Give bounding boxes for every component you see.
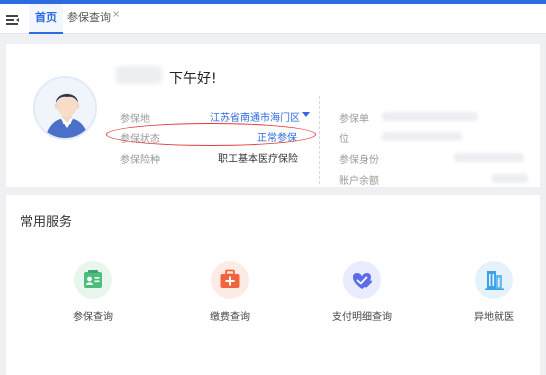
service-insurance-query[interactable]: 参保查询 <box>48 261 138 323</box>
service-payment-query[interactable]: 缴费查询 <box>185 261 275 323</box>
username-redacted <box>116 66 162 84</box>
user-avatar-icon <box>45 93 89 138</box>
insured-unit-label: 参保单 <box>339 114 369 125</box>
chevron-down-icon[interactable] <box>302 112 310 117</box>
column-divider <box>319 96 320 184</box>
position-label: 位 <box>339 134 349 145</box>
service-label: 支付明细查询 <box>332 312 392 323</box>
greeting-text: 下午好! <box>169 71 217 87</box>
services-card: 常用服务 参保查询 缴费查询 支付明细查询 异地就医 <box>6 195 540 375</box>
insurance-type-value: 职工基本医疗保险 <box>218 154 298 165</box>
position-redacted <box>382 132 462 141</box>
avatar <box>33 76 97 140</box>
service-label: 参保查询 <box>73 312 113 323</box>
medical-kit-icon <box>211 261 249 299</box>
tab-close-icon[interactable]: × <box>112 9 120 20</box>
highlight-oval <box>106 123 316 146</box>
profile-card: 下午好! 参保地 江苏省南通市海门区 参保状态 正常参保 参保险种 职工基本医疗… <box>6 44 540 187</box>
account-balance-label: 账户余额 <box>339 176 379 187</box>
service-label: 缴费查询 <box>210 312 250 323</box>
menu-collapse-icon[interactable] <box>6 14 19 26</box>
heart-check-icon <box>343 261 381 299</box>
insured-place-label: 参保地 <box>120 114 150 125</box>
insured-unit-redacted <box>382 112 478 121</box>
service-label: 异地就医 <box>474 312 514 323</box>
id-card-icon <box>74 261 112 299</box>
tab-home[interactable]: 首页 <box>29 4 63 34</box>
insured-identity-label: 参保身份 <box>339 155 379 166</box>
building-icon <box>475 261 513 299</box>
service-payment-detail-query[interactable]: 支付明细查询 <box>317 261 407 323</box>
account-balance-redacted <box>492 174 528 183</box>
service-remote-medical[interactable]: 异地就医 <box>449 261 539 323</box>
insured-place-select[interactable]: 江苏省南通市海门区 <box>210 109 300 124</box>
tab-bar: 首页 参保查询 × <box>0 4 546 34</box>
services-title: 常用服务 <box>20 215 73 230</box>
insurance-type-label: 参保险种 <box>120 155 160 166</box>
insured-identity-redacted <box>454 153 524 162</box>
